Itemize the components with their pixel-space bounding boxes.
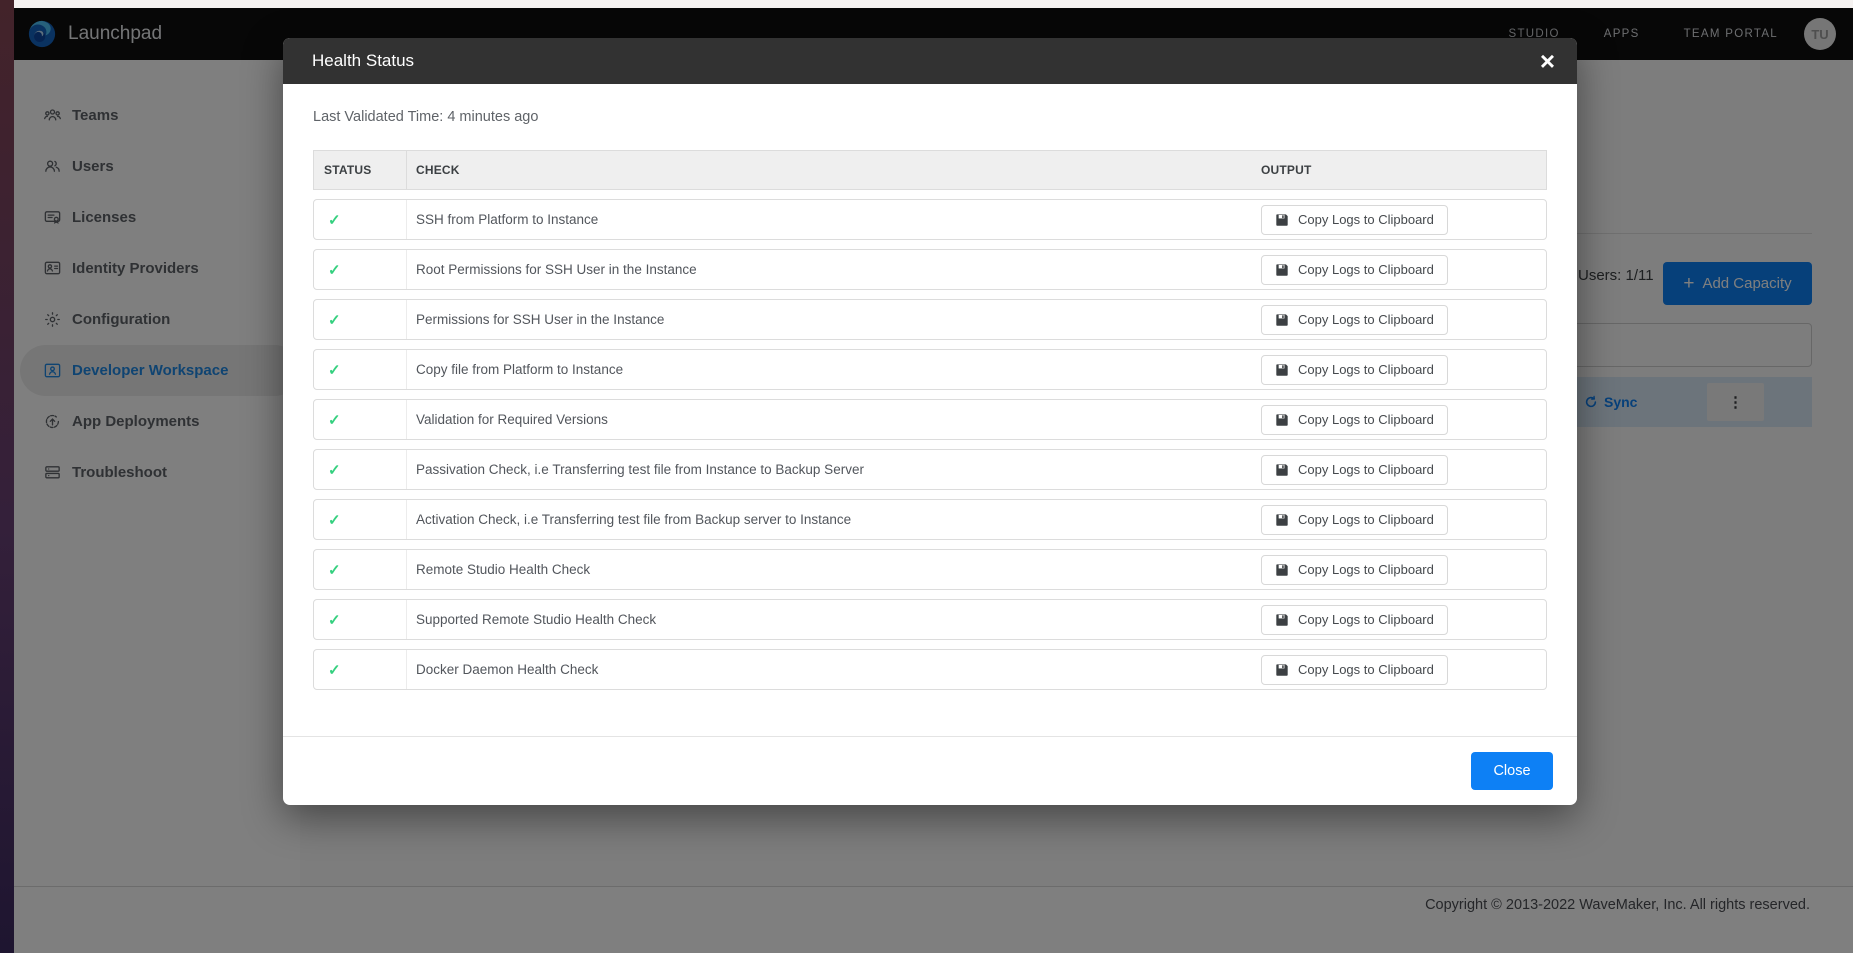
- status-cell: ✓: [314, 450, 407, 489]
- floppy-disk-icon: [1275, 563, 1289, 577]
- copy-logs-button[interactable]: Copy Logs to Clipboard: [1261, 605, 1448, 635]
- output-cell: Copy Logs to Clipboard: [1261, 650, 1546, 689]
- check-name: Copy file from Platform to Instance: [407, 350, 1261, 389]
- output-cell: Copy Logs to Clipboard: [1261, 250, 1546, 289]
- output-cell: Copy Logs to Clipboard: [1261, 300, 1546, 339]
- copy-logs-button[interactable]: Copy Logs to Clipboard: [1261, 205, 1448, 235]
- status-cell: ✓: [314, 650, 407, 689]
- check-name: Supported Remote Studio Health Check: [407, 600, 1261, 639]
- table-row: ✓ Supported Remote Studio Health Check C…: [313, 599, 1547, 640]
- status-cell: ✓: [314, 300, 407, 339]
- check-success-icon: ✓: [328, 411, 341, 429]
- check-success-icon: ✓: [328, 361, 341, 379]
- table-header-row: STATUS CHECK OUTPUT: [313, 150, 1547, 190]
- column-header-status: STATUS: [314, 151, 407, 189]
- status-cell: ✓: [314, 350, 407, 389]
- table-row: ✓ Permissions for SSH User in the Instan…: [313, 299, 1547, 340]
- floppy-disk-icon: [1275, 613, 1289, 627]
- check-name: Passivation Check, i.e Transferring test…: [407, 450, 1261, 489]
- check-success-icon: ✓: [328, 461, 341, 479]
- check-name: Root Permissions for SSH User in the Ins…: [407, 250, 1261, 289]
- status-cell: ✓: [314, 500, 407, 539]
- copy-logs-label: Copy Logs to Clipboard: [1298, 562, 1434, 577]
- floppy-disk-icon: [1275, 413, 1289, 427]
- health-checks-table: STATUS CHECK OUTPUT ✓ SSH from Platform …: [313, 150, 1547, 690]
- copy-logs-button[interactable]: Copy Logs to Clipboard: [1261, 255, 1448, 285]
- check-name: Docker Daemon Health Check: [407, 650, 1261, 689]
- check-success-icon: ✓: [328, 661, 341, 679]
- table-row: ✓ Validation for Required Versions Copy …: [313, 399, 1547, 440]
- check-name: Validation for Required Versions: [407, 400, 1261, 439]
- output-cell: Copy Logs to Clipboard: [1261, 550, 1546, 589]
- column-header-check: CHECK: [407, 151, 1261, 189]
- copy-logs-label: Copy Logs to Clipboard: [1298, 312, 1434, 327]
- copy-logs-label: Copy Logs to Clipboard: [1298, 462, 1434, 477]
- status-cell: ✓: [314, 550, 407, 589]
- copy-logs-label: Copy Logs to Clipboard: [1298, 362, 1434, 377]
- copy-logs-label: Copy Logs to Clipboard: [1298, 612, 1434, 627]
- check-success-icon: ✓: [328, 311, 341, 329]
- screen: Launchpad STUDIO APPS TEAM PORTAL TU Tea…: [0, 0, 1853, 953]
- status-cell: ✓: [314, 200, 407, 239]
- copy-logs-button[interactable]: Copy Logs to Clipboard: [1261, 405, 1448, 435]
- check-success-icon: ✓: [328, 611, 341, 629]
- check-name: Permissions for SSH User in the Instance: [407, 300, 1261, 339]
- copy-logs-button[interactable]: Copy Logs to Clipboard: [1261, 455, 1448, 485]
- check-success-icon: ✓: [328, 561, 341, 579]
- output-cell: Copy Logs to Clipboard: [1261, 500, 1546, 539]
- table-row: ✓ Passivation Check, i.e Transferring te…: [313, 449, 1547, 490]
- table-row: ✓ Activation Check, i.e Transferring tes…: [313, 499, 1547, 540]
- copy-logs-button[interactable]: Copy Logs to Clipboard: [1261, 655, 1448, 685]
- floppy-disk-icon: [1275, 263, 1289, 277]
- table-row: ✓ Copy file from Platform to Instance Co…: [313, 349, 1547, 390]
- modal-header: Health Status ×: [283, 38, 1577, 84]
- check-success-icon: ✓: [328, 261, 341, 279]
- status-cell: ✓: [314, 600, 407, 639]
- modal-title: Health Status: [312, 51, 414, 71]
- modal-body: Last Validated Time: 4 minutes ago STATU…: [283, 106, 1577, 690]
- copy-logs-label: Copy Logs to Clipboard: [1298, 662, 1434, 677]
- table-row: ✓ Root Permissions for SSH User in the I…: [313, 249, 1547, 290]
- check-name: SSH from Platform to Instance: [407, 200, 1261, 239]
- status-cell: ✓: [314, 400, 407, 439]
- floppy-disk-icon: [1275, 663, 1289, 677]
- close-button[interactable]: Close: [1471, 752, 1553, 790]
- copy-logs-label: Copy Logs to Clipboard: [1298, 512, 1434, 527]
- copy-logs-label: Copy Logs to Clipboard: [1298, 412, 1434, 427]
- check-name: Remote Studio Health Check: [407, 550, 1261, 589]
- check-success-icon: ✓: [328, 511, 341, 529]
- check-name: Activation Check, i.e Transferring test …: [407, 500, 1261, 539]
- output-cell: Copy Logs to Clipboard: [1261, 400, 1546, 439]
- table-row: ✓ SSH from Platform to Instance Copy Log…: [313, 199, 1547, 240]
- close-icon[interactable]: ×: [1540, 48, 1555, 74]
- copy-logs-button[interactable]: Copy Logs to Clipboard: [1261, 355, 1448, 385]
- check-success-icon: ✓: [328, 211, 341, 229]
- last-validated-text: Last Validated Time: 4 minutes ago: [313, 106, 1547, 128]
- table-row: ✓ Docker Daemon Health Check Copy Logs t…: [313, 649, 1547, 690]
- floppy-disk-icon: [1275, 313, 1289, 327]
- output-cell: Copy Logs to Clipboard: [1261, 450, 1546, 489]
- viewport-top-strip: [14, 0, 1853, 8]
- status-cell: ✓: [314, 250, 407, 289]
- copy-logs-button[interactable]: Copy Logs to Clipboard: [1261, 505, 1448, 535]
- floppy-disk-icon: [1275, 513, 1289, 527]
- floppy-disk-icon: [1275, 463, 1289, 477]
- output-cell: Copy Logs to Clipboard: [1261, 600, 1546, 639]
- desktop-edge-strip: [0, 0, 14, 953]
- output-cell: Copy Logs to Clipboard: [1261, 350, 1546, 389]
- copy-logs-button[interactable]: Copy Logs to Clipboard: [1261, 305, 1448, 335]
- output-cell: Copy Logs to Clipboard: [1261, 200, 1546, 239]
- table-row: ✓ Remote Studio Health Check Copy Logs t…: [313, 549, 1547, 590]
- copy-logs-button[interactable]: Copy Logs to Clipboard: [1261, 555, 1448, 585]
- floppy-disk-icon: [1275, 213, 1289, 227]
- copy-logs-label: Copy Logs to Clipboard: [1298, 212, 1434, 227]
- health-status-modal: Health Status × Last Validated Time: 4 m…: [283, 38, 1577, 805]
- floppy-disk-icon: [1275, 363, 1289, 377]
- modal-footer: Close: [283, 736, 1577, 805]
- copy-logs-label: Copy Logs to Clipboard: [1298, 262, 1434, 277]
- column-header-output: OUTPUT: [1261, 151, 1546, 189]
